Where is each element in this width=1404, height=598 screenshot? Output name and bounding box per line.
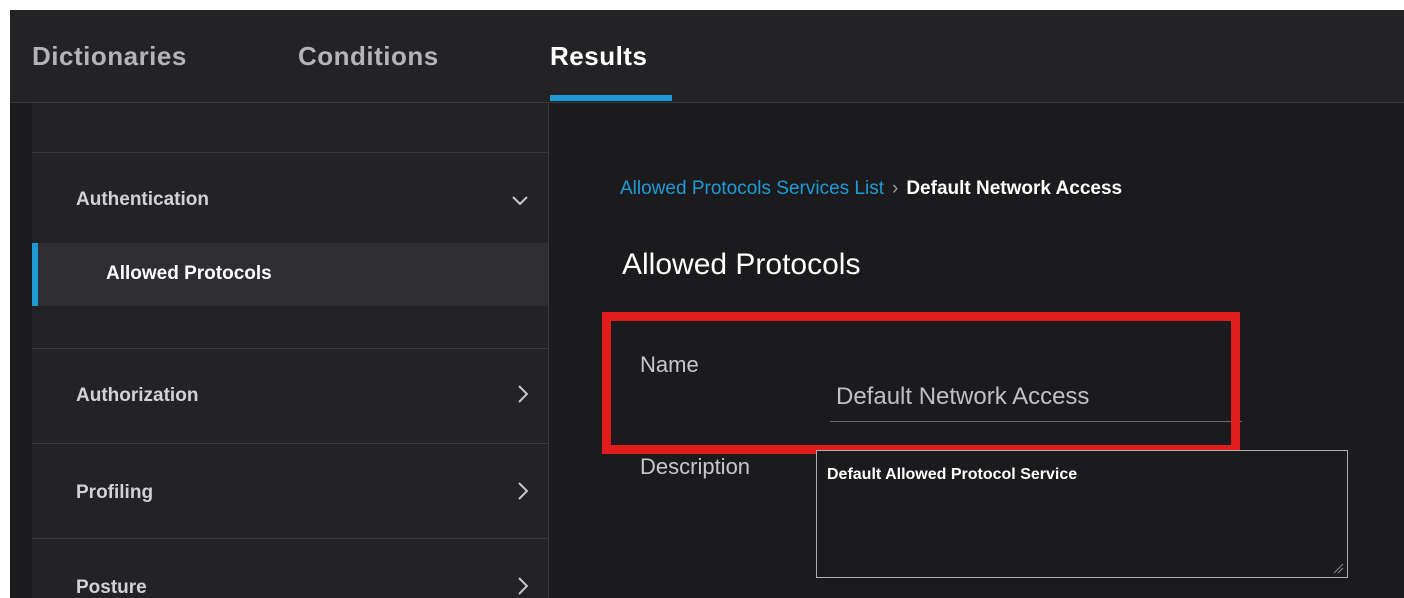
sidebar-subitem-allowed-protocols[interactable]: Allowed Protocols	[32, 243, 548, 306]
chevron-right-icon	[518, 385, 529, 408]
sidebar-item-label: Authorization	[76, 385, 199, 406]
sidebar-item-label: Posture	[76, 577, 147, 598]
description-label: Description	[640, 454, 751, 479]
sidebar: Authentication Allowed Protocols Authori…	[32, 103, 549, 598]
name-label: Name	[640, 352, 699, 377]
sidebar-item-authorization[interactable]: Authorization	[32, 349, 548, 443]
page-title: Allowed Protocols	[622, 248, 861, 281]
sidebar-item-label: Authentication	[76, 189, 209, 210]
description-field[interactable]: Default Allowed Protocol Service	[816, 450, 1348, 578]
breadcrumb-current: Default Network Access	[906, 178, 1123, 199]
sidebar-subitem-label: Allowed Protocols	[106, 263, 272, 284]
sidebar-item-label: Profiling	[76, 482, 154, 503]
tab-dictionaries[interactable]: Dictionaries	[32, 41, 187, 72]
chevron-right-icon	[518, 482, 529, 505]
active-item-indicator	[32, 243, 38, 306]
breadcrumb-separator-icon: ›	[892, 178, 899, 199]
chevron-down-icon	[512, 193, 528, 211]
tab-results[interactable]: Results	[550, 41, 647, 72]
active-tab-indicator	[550, 95, 672, 101]
breadcrumb: Allowed Protocols Services List › Default …	[620, 178, 1122, 200]
sidebar-item-authentication[interactable]: Authentication	[32, 153, 548, 243]
chevron-right-icon	[518, 577, 529, 598]
name-field[interactable]	[830, 366, 1242, 422]
tab-bar: Dictionaries Conditions Results	[10, 10, 1404, 103]
app-frame: Dictionaries Conditions Results Authenti…	[10, 10, 1404, 598]
sidebar-item-posture[interactable]: Posture	[32, 539, 548, 598]
sidebar-item-profiling[interactable]: Profiling	[32, 444, 548, 538]
tab-conditions[interactable]: Conditions	[298, 41, 439, 72]
breadcrumb-link[interactable]: Allowed Protocols Services List	[620, 178, 884, 199]
